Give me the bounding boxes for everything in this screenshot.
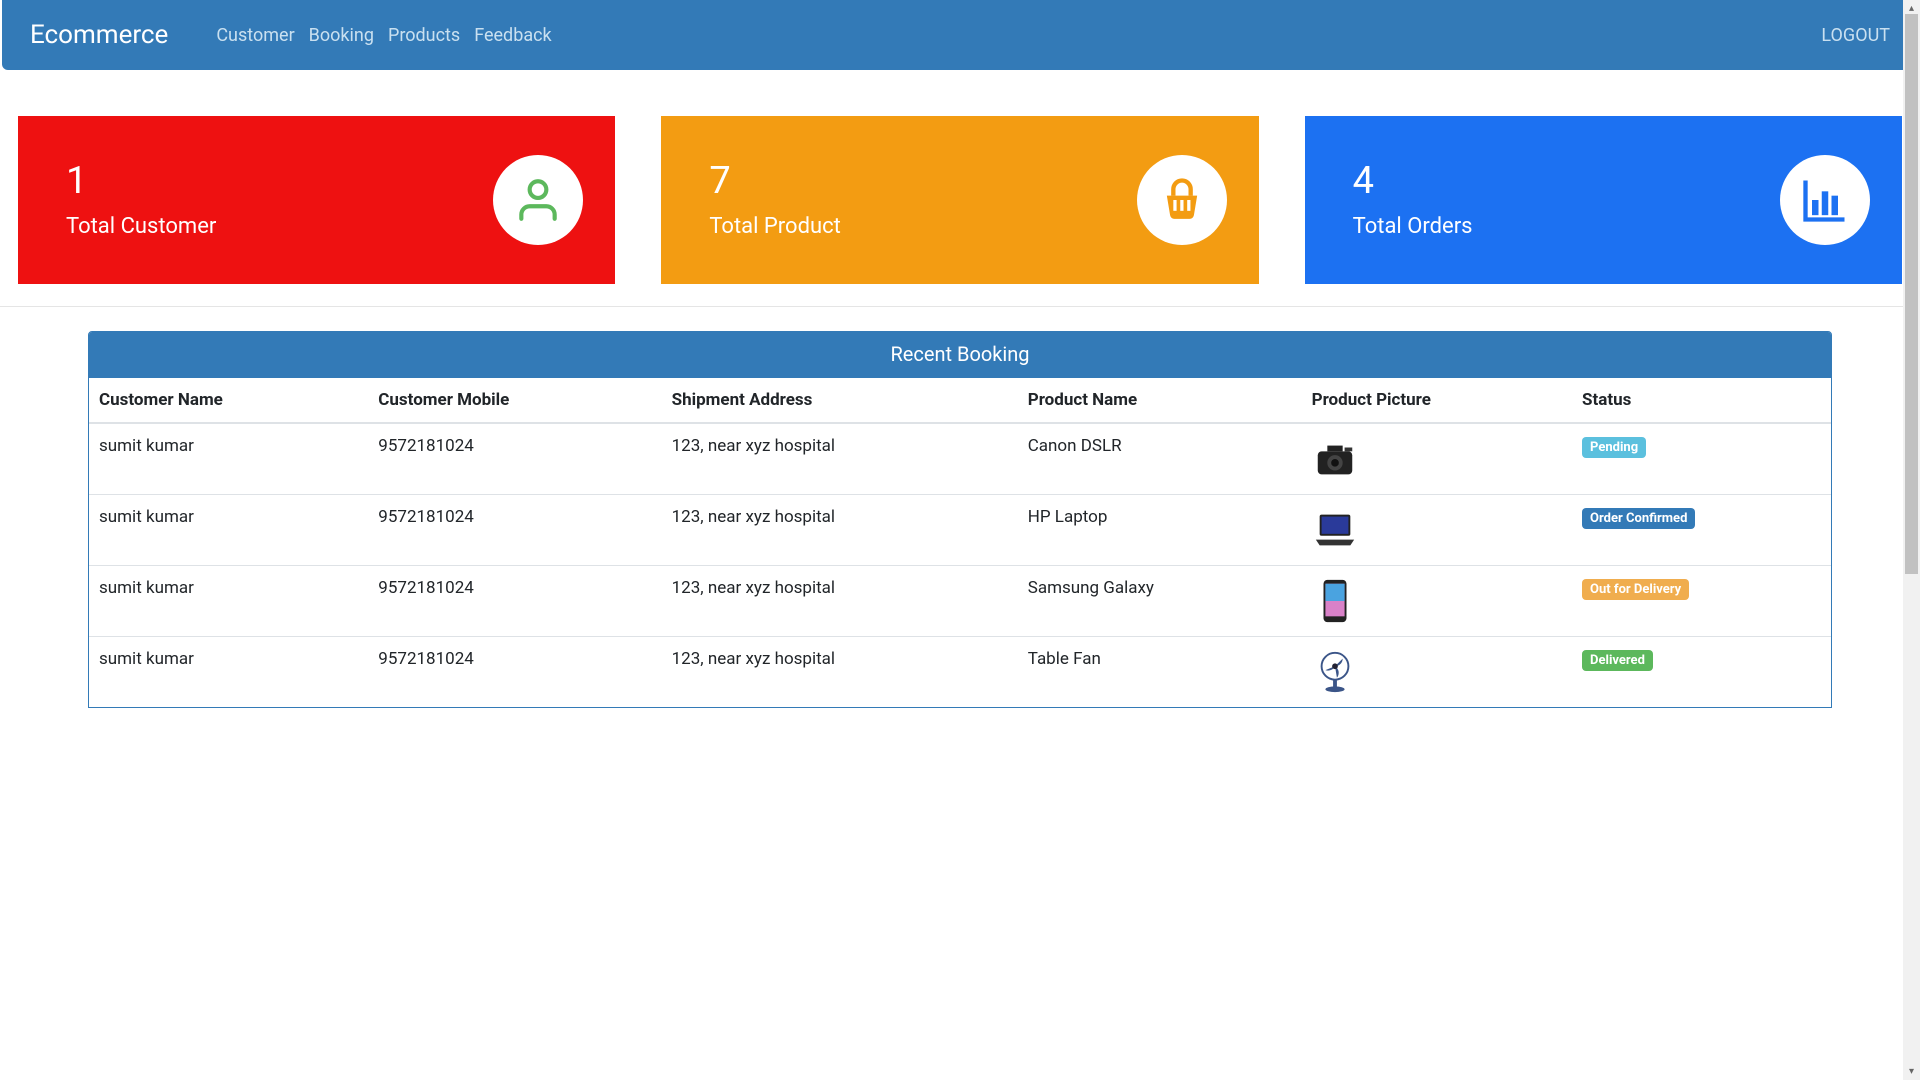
cell-product-picture xyxy=(1302,495,1572,566)
cell-customer-name: sumit kumar xyxy=(89,566,368,637)
product-thumb-phone-icon xyxy=(1312,578,1358,624)
table-row: sumit kumar9572181024123, near xyz hospi… xyxy=(89,423,1831,495)
navbar: Ecommerce Customer Booking Products Feed… xyxy=(2,0,1918,70)
booking-table: Customer Name Customer Mobile Shipment A… xyxy=(89,378,1831,707)
nav-links: Customer Booking Products Feedback xyxy=(216,25,551,46)
cell-product-name: HP Laptop xyxy=(1018,495,1302,566)
stat-card-total-orders[interactable]: 4 Total Orders xyxy=(1305,116,1902,284)
cell-customer-mobile: 9572181024 xyxy=(368,637,661,708)
cell-customer-name: sumit kumar xyxy=(89,637,368,708)
cell-product-picture xyxy=(1302,637,1572,708)
stat-value: 4 xyxy=(1353,161,1473,203)
user-icon xyxy=(493,155,583,245)
nav-link-booking[interactable]: Booking xyxy=(309,25,374,46)
cell-shipment-address: 123, near xyz hospital xyxy=(662,566,1018,637)
cell-shipment-address: 123, near xyz hospital xyxy=(662,637,1018,708)
product-thumb-laptop-icon xyxy=(1312,507,1358,553)
cell-product-name: Canon DSLR xyxy=(1018,423,1302,495)
brand[interactable]: Ecommerce xyxy=(30,20,168,50)
col-customer-name: Customer Name xyxy=(89,378,368,423)
scroll-thumb[interactable] xyxy=(1905,14,1918,574)
cell-customer-name: sumit kumar xyxy=(89,495,368,566)
cell-shipment-address: 123, near xyz hospital xyxy=(662,495,1018,566)
status-badge: Pending xyxy=(1582,437,1646,458)
stat-label: Total Product xyxy=(709,214,841,239)
table-row: sumit kumar9572181024123, near xyz hospi… xyxy=(89,495,1831,566)
cell-status: Out for Delivery xyxy=(1572,566,1831,637)
cell-customer-mobile: 9572181024 xyxy=(368,566,661,637)
stat-card-total-product[interactable]: 7 Total Product xyxy=(661,116,1258,284)
col-shipment-address: Shipment Address xyxy=(662,378,1018,423)
col-status: Status xyxy=(1572,378,1831,423)
stat-card-total-customer[interactable]: 1 Total Customer xyxy=(18,116,615,284)
cell-shipment-address: 123, near xyz hospital xyxy=(662,423,1018,495)
stat-label: Total Orders xyxy=(1353,214,1473,239)
nav-link-feedback[interactable]: Feedback xyxy=(474,25,551,46)
col-product-picture: Product Picture xyxy=(1302,378,1572,423)
product-thumb-fan-icon xyxy=(1312,649,1358,695)
nav-link-products[interactable]: Products xyxy=(388,25,460,46)
cell-product-name: Samsung Galaxy xyxy=(1018,566,1302,637)
stat-value: 7 xyxy=(709,161,841,203)
cell-product-picture xyxy=(1302,423,1572,495)
cell-status: Order Confirmed xyxy=(1572,495,1831,566)
stats-row: 1 Total Customer 7 Total Product 4 Total… xyxy=(0,70,1920,298)
product-thumb-camera-icon xyxy=(1312,436,1358,482)
logout-link[interactable]: LOGOUT xyxy=(1821,25,1890,46)
col-product-name: Product Name xyxy=(1018,378,1302,423)
table-row: sumit kumar9572181024123, near xyz hospi… xyxy=(89,566,1831,637)
recent-booking-panel: Recent Booking Customer Name Customer Mo… xyxy=(88,331,1832,708)
status-badge: Order Confirmed xyxy=(1582,508,1695,529)
scrollbar[interactable]: ▴ ▾ xyxy=(1903,0,1920,1080)
table-row: sumit kumar9572181024123, near xyz hospi… xyxy=(89,637,1831,708)
cell-status: Pending xyxy=(1572,423,1831,495)
divider xyxy=(0,306,1920,307)
status-badge: Delivered xyxy=(1582,650,1653,671)
cell-product-name: Table Fan xyxy=(1018,637,1302,708)
cell-product-picture xyxy=(1302,566,1572,637)
cell-customer-mobile: 9572181024 xyxy=(368,495,661,566)
cell-customer-mobile: 9572181024 xyxy=(368,423,661,495)
cell-customer-name: sumit kumar xyxy=(89,423,368,495)
stat-value: 1 xyxy=(66,161,216,203)
panel-title: Recent Booking xyxy=(89,332,1831,378)
basket-icon xyxy=(1137,155,1227,245)
cell-status: Delivered xyxy=(1572,637,1831,708)
status-badge: Out for Delivery xyxy=(1582,579,1689,600)
col-customer-mobile: Customer Mobile xyxy=(368,378,661,423)
stat-label: Total Customer xyxy=(66,214,216,239)
nav-link-customer[interactable]: Customer xyxy=(216,25,294,46)
chart-icon xyxy=(1780,155,1870,245)
scroll-down-icon[interactable]: ▾ xyxy=(1903,1063,1920,1080)
